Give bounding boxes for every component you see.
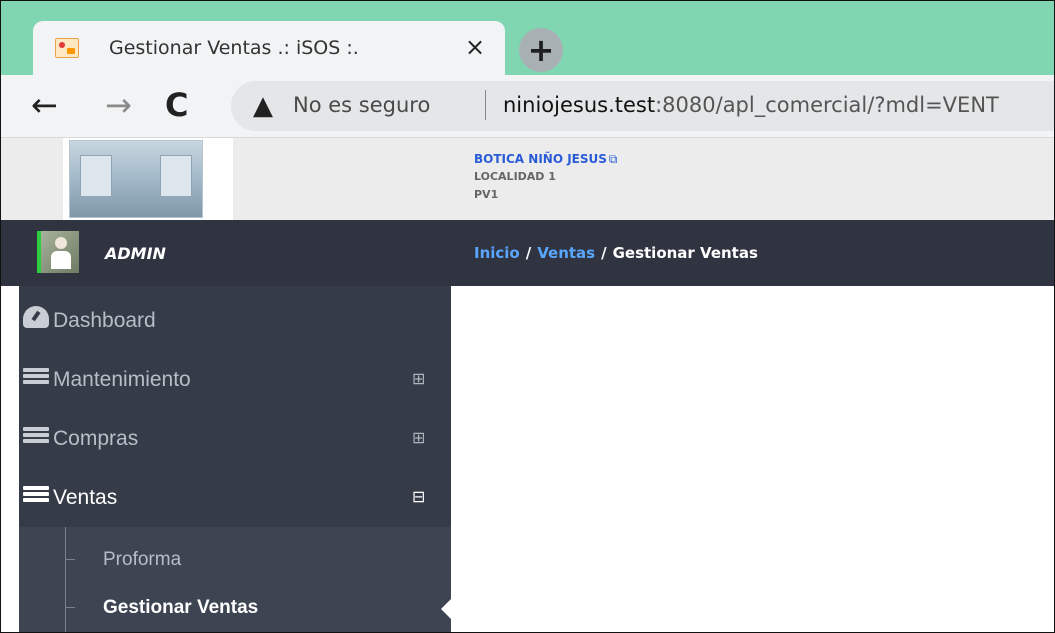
sidebar-item-label: Ventas	[53, 486, 118, 509]
url-path: :8080/apl_comercial/?mdl=VENT	[655, 93, 999, 117]
sidebar-item-compras[interactable]: Compras ⊞	[19, 408, 451, 466]
url-divider	[485, 90, 486, 120]
expand-plus-icon[interactable]: ⊞	[412, 428, 425, 447]
active-caret-icon	[441, 599, 451, 619]
warning-triangle-icon[interactable]: ▲	[253, 91, 273, 121]
expand-plus-icon[interactable]: ⊞	[412, 369, 425, 388]
dashboard-gauge-icon	[23, 306, 49, 328]
submenu-item-label: Proforma	[103, 549, 182, 570]
main-content	[451, 286, 1054, 632]
submenu-item-proforma[interactable]: Proforma	[19, 537, 451, 581]
reload-icon[interactable]: C	[165, 85, 188, 125]
avatar[interactable]	[37, 231, 79, 273]
sidebar-item-label: Mantenimiento	[53, 368, 191, 391]
user-panel[interactable]: ADMIN	[19, 220, 451, 286]
ventas-submenu: Proforma Gestionar Ventas	[19, 527, 451, 632]
back-arrow-icon[interactable]: ←	[31, 85, 58, 125]
submenu-item-gestionar-ventas[interactable]: Gestionar Ventas	[19, 585, 451, 629]
company-info: BOTICA NIÑO JESUS ⧉ LOCALIDAD 1 PV1	[474, 150, 617, 204]
app-header: BOTICA NIÑO JESUS ⧉ LOCALIDAD 1 PV1	[1, 138, 1054, 220]
sidebar-item-ventas[interactable]: Ventas ⊟	[19, 467, 451, 525]
address-bar[interactable]: ▲ No es seguro niniojesus.test:8080/apl_…	[231, 81, 1054, 131]
breadcrumb: Inicio / Ventas / Gestionar Ventas	[474, 244, 758, 262]
forward-arrow-icon[interactable]: →	[105, 85, 132, 125]
sidebar-item-label: Compras	[53, 427, 139, 450]
breadcrumb-current: Gestionar Ventas	[612, 244, 758, 262]
new-tab-button[interactable]: +	[519, 28, 563, 72]
breadcrumb-separator: /	[525, 244, 532, 262]
breadcrumb-home-link[interactable]: Inicio	[474, 244, 520, 262]
pharmacy-interior-photo	[69, 140, 203, 218]
breadcrumb-ventas-link[interactable]: Ventas	[537, 244, 595, 262]
location-label: LOCALIDAD 1	[474, 170, 556, 183]
sidebar: Dashboard Mantenimiento ⊞ Compras ⊞ Vent…	[19, 286, 451, 632]
external-link-icon[interactable]: ⧉	[609, 152, 618, 166]
pharmacy-logo-image	[63, 138, 233, 220]
list-icon	[23, 368, 49, 390]
user-name[interactable]: ADMIN	[105, 244, 166, 263]
collapse-minus-icon[interactable]: ⊟	[412, 487, 425, 506]
url-text[interactable]: niniojesus.test:8080/apl_comercial/?mdl=…	[503, 93, 999, 117]
browser-tab[interactable]: Gestionar Ventas .: iSOS :. ×	[33, 21, 505, 75]
tab-close-icon[interactable]: ×	[465, 33, 485, 61]
point-of-sale-label: PV1	[474, 188, 499, 201]
submenu-item-label: Gestionar Ventas	[103, 597, 259, 618]
breadcrumb-separator: /	[601, 244, 607, 262]
sidebar-item-label: Dashboard	[53, 309, 156, 332]
list-icon	[23, 486, 49, 508]
sidebar-item-mantenimiento[interactable]: Mantenimiento ⊞	[19, 349, 451, 407]
submenu-tick	[65, 607, 75, 608]
site-favicon-icon	[55, 38, 79, 58]
company-link[interactable]: BOTICA NIÑO JESUS	[474, 152, 607, 166]
top-navbar: ADMIN Inicio / Ventas / Gestionar Ventas	[1, 220, 1054, 286]
submenu-tick	[65, 559, 75, 560]
security-status[interactable]: No es seguro	[293, 93, 430, 117]
app-window: Gestionar Ventas .: iSOS :. × + ← → C ▲ …	[0, 0, 1055, 633]
url-host: niniojesus.test	[503, 93, 656, 117]
list-icon	[23, 427, 49, 449]
tab-title: Gestionar Ventas .: iSOS :.	[109, 37, 359, 59]
sidebar-item-dashboard[interactable]: Dashboard	[19, 290, 451, 348]
browser-tab-strip: Gestionar Ventas .: iSOS :. × +	[1, 1, 1054, 75]
browser-toolbar: ← → C ▲ No es seguro niniojesus.test:808…	[1, 75, 1054, 138]
